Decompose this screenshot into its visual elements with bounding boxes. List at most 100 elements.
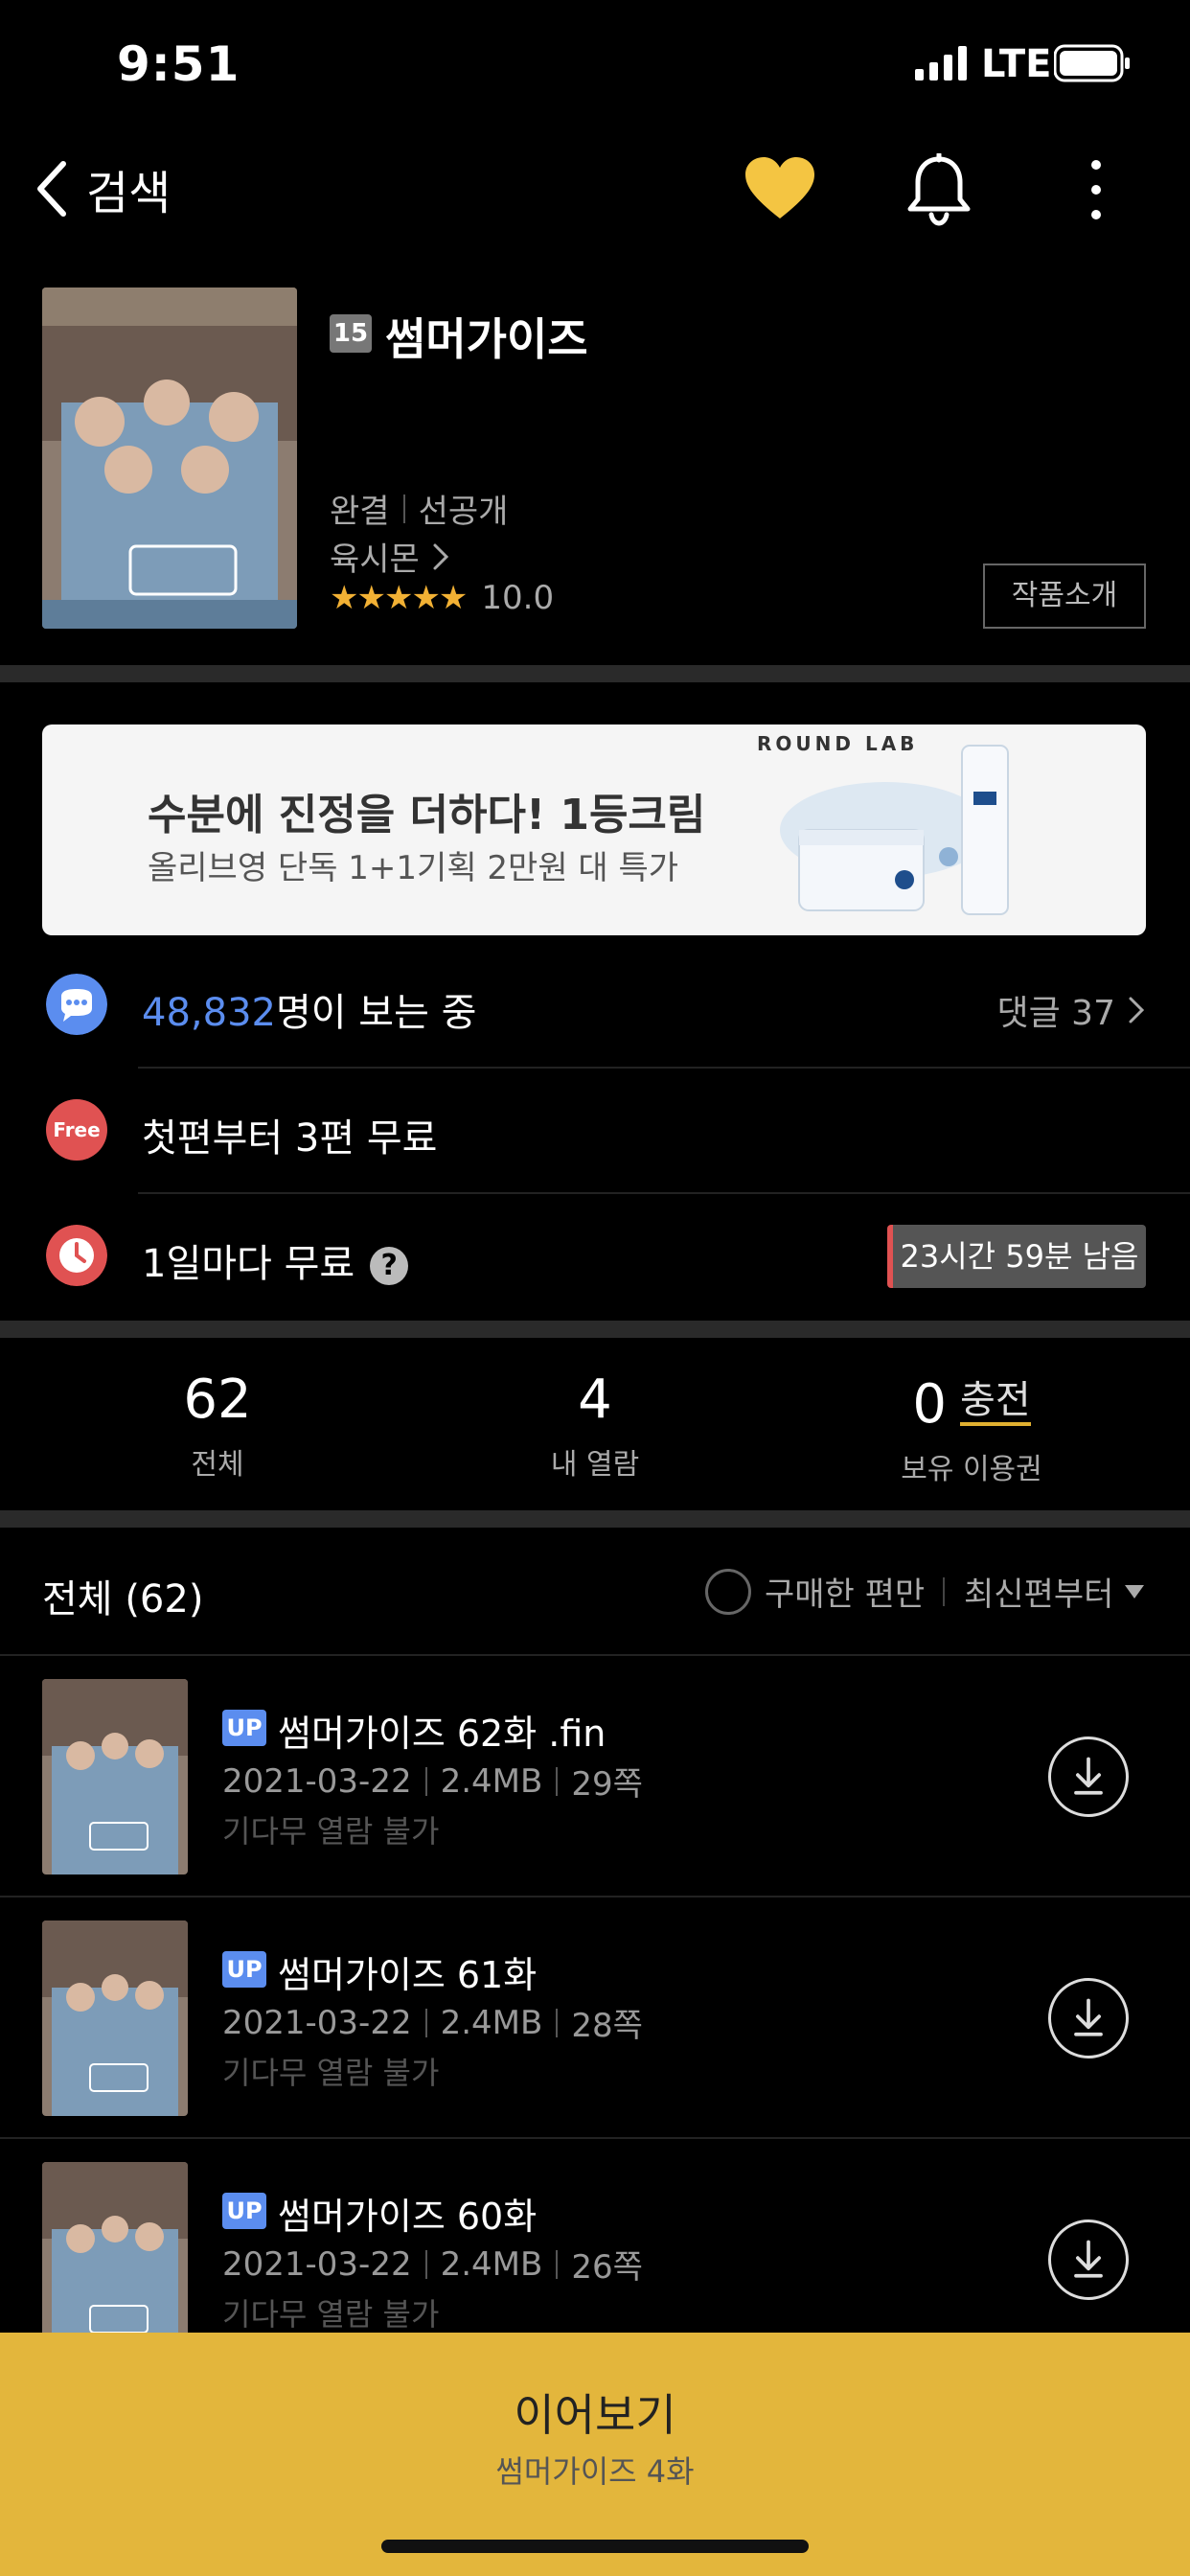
stat-label: 보유 이용권 xyxy=(901,1453,1042,1486)
continue-reading-button[interactable]: 이어보기 썸머가이즈 4화 xyxy=(0,2333,1190,2576)
author-name: 육시몬 xyxy=(330,540,420,579)
episode-count-title: 전체 (62) xyxy=(42,1577,204,1622)
viewer-count: 48,832 xyxy=(142,991,276,1035)
episode-meta: 2021-03-22 2.4MB 29쪽 xyxy=(222,1758,643,1805)
heart-icon[interactable] xyxy=(744,155,816,222)
episode-size: 2.4MB xyxy=(440,2244,543,2284)
battery-icon xyxy=(1054,44,1130,82)
divider xyxy=(556,2249,559,2279)
comments-link[interactable]: 댓글 37 xyxy=(997,985,1147,1035)
episode-date: 2021-03-22 xyxy=(222,2244,412,2284)
free-badge-icon: Free xyxy=(46,1099,107,1161)
update-badge: UP xyxy=(222,1710,266,1746)
episode-note: 기다무 열람 불가 xyxy=(222,2296,440,2333)
ad-banner[interactable]: 수분에 진정을 더하다! 1등크림 올리브영 단독 1+1기획 2만원 대 특가… xyxy=(42,724,1146,935)
chat-bubble-icon xyxy=(46,974,107,1035)
ad-headline: 수분에 진정을 더하다! 1등크림 xyxy=(148,791,706,840)
stat-value-row: 0 충전 xyxy=(828,1368,1115,1436)
filter-label: 구매한 편만 xyxy=(765,1576,926,1614)
episode-thumbnail xyxy=(42,2162,188,2358)
continue-episode: 썸머가이즈 4화 xyxy=(495,2453,695,2490)
author-link[interactable]: 육시몬 xyxy=(330,533,450,580)
episode-note: 기다무 열람 불가 xyxy=(222,1813,440,1850)
clock-icon xyxy=(46,1225,107,1286)
help-icon[interactable]: ? xyxy=(370,1247,409,1285)
episode-pages: 26쪽 xyxy=(571,2248,643,2287)
episode-meta: 2021-03-22 2.4MB 26쪽 xyxy=(222,2241,643,2288)
divider xyxy=(424,2008,427,2037)
episode-title: 썸머가이즈 62화 .fin xyxy=(278,1713,606,1755)
back-label: 검색 xyxy=(86,167,172,220)
divider xyxy=(424,1766,427,1796)
episode-thumbnail xyxy=(42,1679,188,1874)
signal-icon xyxy=(915,46,967,80)
chevron-left-icon xyxy=(37,161,66,217)
episode-pages: 29쪽 xyxy=(571,1765,643,1804)
divider xyxy=(556,1766,559,1796)
page-title: 썸머가이즈 xyxy=(385,313,588,365)
viewer-row: 48,832명이 보는 중 댓글 37 xyxy=(0,943,1190,1068)
cover-image xyxy=(42,288,297,629)
wait-free-text: 1일마다 무료? xyxy=(142,1232,409,1288)
network-label: LTE xyxy=(981,42,1052,86)
stat-value: 62 xyxy=(183,1368,252,1431)
bell-icon[interactable] xyxy=(904,153,973,226)
divider xyxy=(943,1577,945,1606)
rating-value: 10.0 xyxy=(481,579,555,617)
stat-tickets: 0 충전 보유 이용권 xyxy=(828,1368,1115,1487)
back-button[interactable]: 검색 xyxy=(33,155,171,222)
episode-title: 썸머가이즈 60화 xyxy=(278,2196,538,2238)
series-meta: 완결 선공개 xyxy=(330,485,508,532)
episode-thumbnail xyxy=(42,1920,188,2116)
divider xyxy=(424,2249,427,2279)
stat-value: 0 xyxy=(912,1373,948,1436)
stat-label: 전체 xyxy=(191,1448,244,1482)
update-badge: UP xyxy=(222,2193,266,2229)
free-episodes-row: Free 첫편부터 3편 무료 xyxy=(0,1069,1190,1193)
episode-title: 썸머가이즈 61화 xyxy=(278,1954,538,1996)
wait-free-row: 1일마다 무료? 23시간 59분 남음 xyxy=(0,1194,1190,1319)
intro-button[interactable]: 작품소개 xyxy=(983,564,1146,629)
stat-total: 62 전체 xyxy=(74,1368,361,1483)
divider xyxy=(402,494,405,523)
episode-size: 2.4MB xyxy=(440,1761,543,1801)
download-icon[interactable] xyxy=(1048,1978,1129,2058)
episode-row[interactable]: UP 썸머가이즈 61화 2021-03-22 2.4MB 28쪽 기다무 열람… xyxy=(0,1896,1190,2137)
status-time: 9:51 xyxy=(117,36,240,92)
episode-meta: 2021-03-22 2.4MB 28쪽 xyxy=(222,1999,643,2046)
release-type: 선공개 xyxy=(418,493,509,531)
section-divider xyxy=(0,1321,1190,1338)
rating: ★★★★★ 10.0 xyxy=(330,579,554,617)
download-icon[interactable] xyxy=(1048,1736,1129,1817)
download-icon[interactable] xyxy=(1048,2220,1129,2300)
episode-list-header: 전체 (62) 구매한 편만 최신편부터 xyxy=(0,1520,1190,1654)
more-options-icon[interactable] xyxy=(1077,155,1115,224)
age-rating-badge: 15 xyxy=(330,314,372,353)
continue-label: 이어보기 xyxy=(514,2389,676,2441)
viewer-count-text: 48,832명이 보는 중 xyxy=(142,981,476,1037)
comments-label: 댓글 37 xyxy=(996,994,1116,1033)
episode-size: 2.4MB xyxy=(440,2003,543,2042)
purchased-only-filter[interactable]: 구매한 편만 xyxy=(705,1568,925,1615)
timer-badge: 23시간 59분 남음 xyxy=(887,1225,1146,1288)
episode-pages: 28쪽 xyxy=(571,2007,643,2045)
sort-dropdown[interactable]: 최신편부터 xyxy=(964,1568,1145,1615)
completion-status: 완결 xyxy=(330,493,390,531)
stat-value: 4 xyxy=(578,1368,612,1431)
chevron-right-icon xyxy=(433,543,448,569)
caret-down-icon xyxy=(1125,1584,1145,1598)
stat-label: 내 열람 xyxy=(550,1448,640,1482)
stat-viewed[interactable]: 4 내 열람 xyxy=(451,1368,739,1483)
nav-bar: 검색 xyxy=(0,134,1190,240)
chevron-right-icon xyxy=(1129,997,1145,1024)
charge-link[interactable]: 충전 xyxy=(960,1378,1031,1426)
episode-note: 기다무 열람 불가 xyxy=(222,2055,440,2091)
episode-date: 2021-03-22 xyxy=(222,1761,412,1801)
home-indicator xyxy=(381,2540,809,2553)
free-episodes-text: 첫편부터 3편 무료 xyxy=(142,1116,438,1161)
ad-subtext: 올리브영 단독 1+1기획 2만원 대 특가 xyxy=(148,849,679,887)
episode-date: 2021-03-22 xyxy=(222,2003,412,2042)
sort-label: 최신편부터 xyxy=(964,1576,1114,1614)
status-bar: 9:51 LTE xyxy=(0,0,1190,134)
episode-row[interactable]: UP 썸머가이즈 62화 .fin 2021-03-22 2.4MB 29쪽 기… xyxy=(0,1654,1190,1896)
